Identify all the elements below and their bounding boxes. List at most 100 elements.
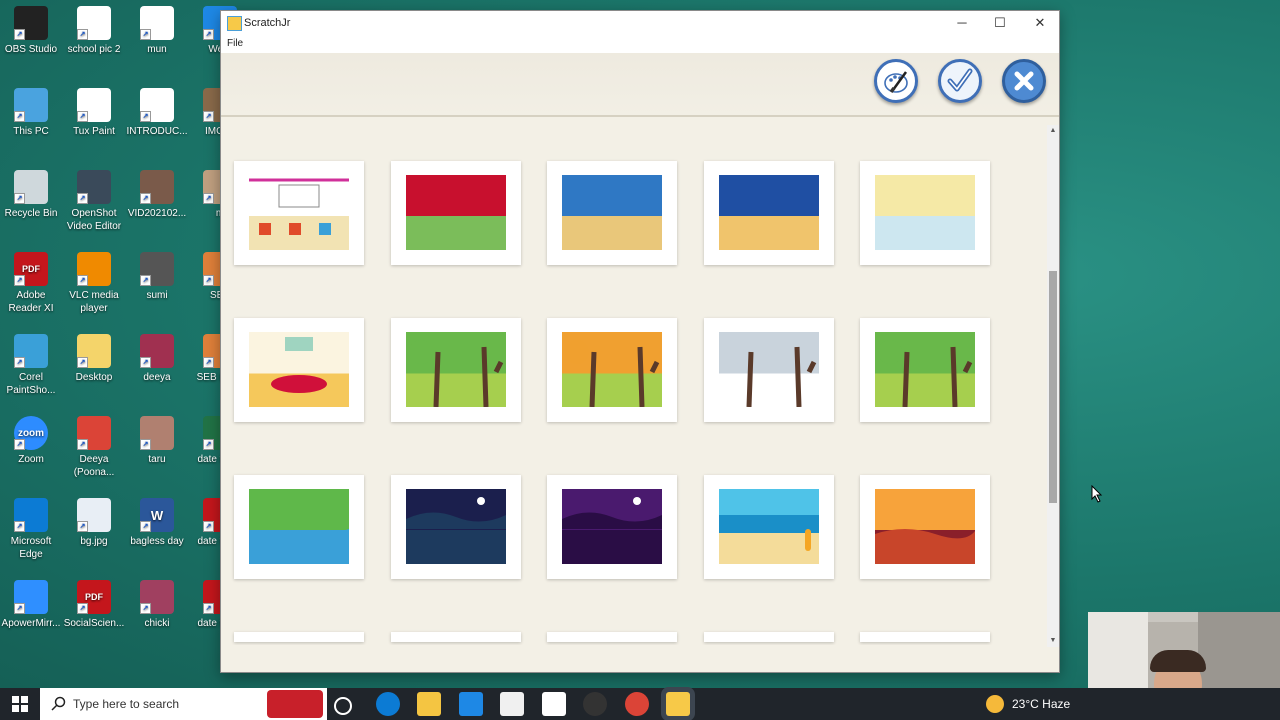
desktop-icon[interactable]: ↗ mun: [126, 6, 188, 56]
taskbar-notepad-icon[interactable]: [541, 692, 566, 716]
shortcut-arrow-icon: ↗: [77, 193, 88, 204]
background-card[interactable]: [703, 318, 834, 422]
taskbar-search-box[interactable]: Type here to search: [40, 688, 327, 720]
taskbar-obs-icon[interactable]: [583, 692, 607, 716]
desktop-icon-image: ↗: [140, 6, 174, 40]
desktop-icon[interactable]: ↗ Corel PaintSho...: [0, 334, 62, 397]
desktop-icon[interactable]: ↗ Microsoft Edge: [0, 498, 62, 561]
desktop-icon-image: ↗: [14, 170, 48, 204]
shortcut-arrow-icon: ↗: [203, 193, 214, 204]
background-thumbnail: [405, 332, 506, 407]
desktop-icon-label: This PC: [13, 126, 49, 137]
background-card[interactable]: [390, 475, 521, 579]
background-thumbnail: [249, 489, 349, 564]
background-card[interactable]: [860, 632, 990, 642]
paint-editor-button[interactable]: [874, 59, 918, 103]
shortcut-arrow-icon: ↗: [140, 521, 151, 532]
desktop-icon[interactable]: ↗ Recycle Bin: [0, 170, 62, 220]
scratchjr-app-icon: [227, 16, 242, 31]
desktop-icon-label: mun: [147, 44, 167, 55]
desktop-icon[interactable]: ↗ school pic 2: [63, 6, 125, 56]
scrollbar-thumb[interactable]: [1049, 271, 1057, 503]
maximize-button[interactable]: ☐: [981, 11, 1019, 35]
background-card[interactable]: [703, 161, 834, 265]
background-card[interactable]: [703, 475, 834, 579]
desktop-icon[interactable]: PDF ↗ SocialScien...: [63, 580, 125, 630]
background-card[interactable]: [860, 161, 990, 265]
shortcut-arrow-icon: ↗: [77, 521, 88, 532]
search-icon: [51, 696, 66, 711]
background-card[interactable]: [547, 318, 677, 422]
desktop-icon-label: bg.jpg: [80, 536, 108, 547]
taskbar-chrome-icon[interactable]: [624, 692, 649, 716]
desktop-icon[interactable]: ↗ Desktop: [63, 334, 125, 384]
background-card[interactable]: [234, 632, 364, 642]
desktop-icon[interactable]: ↗ bg.jpg: [63, 498, 125, 548]
background-card[interactable]: [547, 632, 677, 642]
desktop-icon-label: OBS Studio: [4, 44, 58, 55]
background-card[interactable]: [547, 161, 677, 265]
background-card[interactable]: [390, 632, 521, 642]
taskbar: Type here to search 23°C Haze: [0, 688, 1280, 720]
desktop-icon[interactable]: ↗ OBS Studio: [0, 6, 62, 56]
shortcut-arrow-icon: ↗: [14, 111, 25, 122]
desktop-icon[interactable]: ↗ This PC: [0, 88, 62, 138]
desktop-icon[interactable]: ↗ VID202102...: [126, 170, 188, 220]
desktop-icon[interactable]: ↗ Tux Paint: [63, 88, 125, 138]
desktop-icon[interactable]: ↗ Deeya (Poona...: [63, 416, 125, 479]
taskbar-file-explorer-icon[interactable]: [417, 692, 441, 716]
desktop-icon[interactable]: ↗ deeya: [126, 334, 188, 384]
desktop-icon-image: PDF ↗: [77, 580, 111, 614]
desktop-icon-label: Tux Paint: [73, 126, 115, 137]
desktop-icon[interactable]: ↗ OpenShot Video Editor: [63, 170, 125, 233]
close-window-button[interactable]: ✕: [1021, 11, 1059, 35]
shortcut-arrow-icon: ↗: [14, 439, 25, 450]
background-thumbnail: [562, 489, 662, 564]
desktop-icon[interactable]: W ↗ bagless day: [126, 498, 188, 548]
taskbar-scratchjr-icon[interactable]: [666, 692, 690, 716]
scroll-up-arrow[interactable]: ▲: [1047, 125, 1059, 137]
taskbar-task-view-icon[interactable]: [334, 697, 352, 715]
desktop-icon[interactable]: zoom ↗ Zoom: [0, 416, 62, 466]
desktop-icon[interactable]: ↗ ApowerMirr...: [0, 580, 62, 630]
desktop-icon-image: PDF ↗: [14, 252, 48, 286]
desktop-icon-label: Microsoft Edge: [10, 536, 52, 560]
background-thumbnail: [249, 332, 349, 407]
shortcut-arrow-icon: ↗: [14, 357, 25, 368]
background-card[interactable]: [390, 161, 521, 265]
shortcut-arrow-icon: ↗: [140, 275, 151, 286]
menu-file[interactable]: File: [227, 38, 243, 49]
shortcut-arrow-icon: ↗: [203, 29, 214, 40]
background-card[interactable]: [234, 318, 364, 422]
start-button[interactable]: [0, 688, 40, 720]
background-card[interactable]: [547, 475, 677, 579]
taskbar-store-icon[interactable]: [500, 692, 524, 716]
taskbar-mail-icon[interactable]: [458, 692, 483, 716]
confirm-button[interactable]: [938, 59, 982, 103]
desktop-icon[interactable]: ↗ VLC media player: [63, 252, 125, 315]
desktop-icon[interactable]: PDF ↗ Adobe Reader XI: [0, 252, 62, 315]
background-card[interactable]: [860, 318, 990, 422]
taskbar-edge-icon[interactable]: [375, 692, 400, 716]
window-title: ScratchJr: [244, 17, 291, 29]
background-card[interactable]: [234, 475, 364, 579]
search-highlight-image: [267, 690, 323, 718]
desktop-icon[interactable]: ↗ chicki: [126, 580, 188, 630]
desktop-icon[interactable]: ↗ sumi: [126, 252, 188, 302]
weather-widget[interactable]: 23°C Haze: [1012, 697, 1070, 711]
background-card[interactable]: [234, 161, 364, 265]
background-card[interactable]: [703, 632, 834, 642]
shortcut-arrow-icon: ↗: [140, 29, 151, 40]
background-card[interactable]: [860, 475, 990, 579]
shortcut-arrow-icon: ↗: [140, 193, 151, 204]
shortcut-arrow-icon: ↗: [140, 357, 151, 368]
background-card[interactable]: [390, 318, 521, 422]
minimize-button[interactable]: ─: [943, 11, 981, 35]
scrollbar[interactable]: ▲ ▼: [1047, 125, 1059, 647]
shortcut-arrow-icon: ↗: [77, 357, 88, 368]
desktop-icon[interactable]: ↗ taru: [126, 416, 188, 466]
scroll-down-arrow[interactable]: ▼: [1047, 635, 1059, 647]
cancel-button[interactable]: [1002, 59, 1046, 103]
title-bar[interactable]: ScratchJr ─ ☐ ✕: [221, 11, 1059, 35]
desktop-icon[interactable]: ↗ INTRODUC...: [126, 88, 188, 138]
